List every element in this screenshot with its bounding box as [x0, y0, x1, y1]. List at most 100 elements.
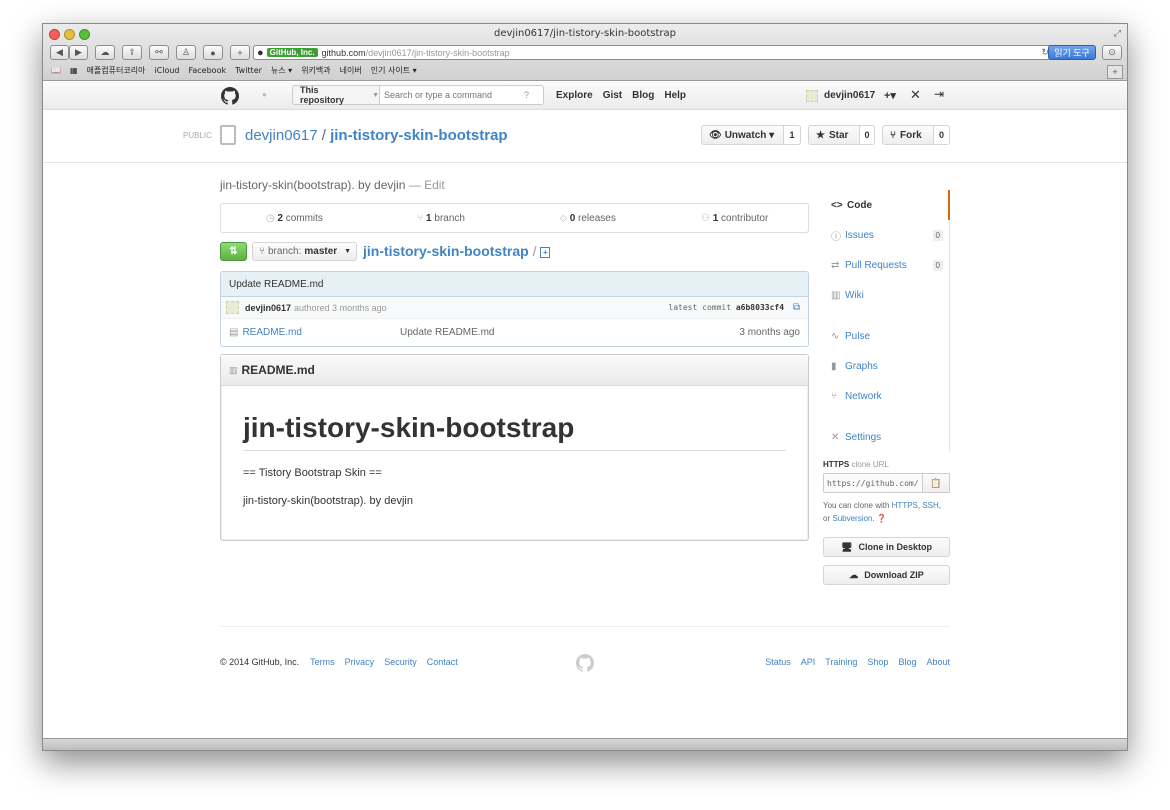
readme-body: jin-tistory-skin-bootstrap == Tistory Bo… — [221, 386, 808, 507]
footer-link-training[interactable]: Training — [825, 657, 857, 667]
top-sites-icon[interactable]: ▦ — [70, 66, 78, 75]
clone-help: You can clone with HTTPS, SSH, or Subver… — [823, 501, 942, 523]
stars-count[interactable]: 0 — [860, 125, 875, 145]
commit-author[interactable]: devjin0617 — [245, 303, 291, 313]
repo-owner-link[interactable]: devjin0617 — [245, 127, 318, 144]
record-button[interactable]: ● — [203, 45, 223, 60]
footer-link-privacy[interactable]: Privacy — [345, 657, 375, 667]
sidebar-item-network[interactable]: ⑂ Network — [823, 381, 949, 411]
copy-clipboard-button[interactable]: 📋 — [923, 473, 950, 493]
question-icon[interactable]: ❓ — [877, 514, 887, 523]
clone-in-desktop-button[interactable]: 🖥 Clone in Desktop — [823, 537, 950, 557]
downloads-button[interactable]: ⊙ — [1102, 45, 1122, 60]
stat-commits[interactable]: ◷ 2 commits — [221, 213, 368, 224]
new-tab-button[interactable]: + — [230, 45, 250, 60]
repo-name-link[interactable]: jin-tistory-skin-bootstrap — [330, 127, 508, 144]
sidebar-item-pulse[interactable]: ∿ Pulse — [823, 321, 949, 351]
search-input-wrap[interactable]: ? — [379, 85, 544, 105]
search-input[interactable] — [384, 90, 524, 100]
sidebar-item-wiki[interactable]: ▥ Wiki — [823, 280, 949, 310]
commit-sha[interactable]: latest commit a6b8033cf4 ⧉ — [668, 302, 800, 313]
file-row: ▤ README.md Update README.md 3 months ag… — [221, 319, 808, 345]
stat-contributors[interactable]: ⚇ 1 contributor — [661, 213, 808, 224]
graph-icon: ▮ — [831, 360, 837, 372]
bookmark-item[interactable]: 뉴스 ▾ — [271, 65, 292, 76]
reading-list-icon[interactable]: 📖 — [51, 66, 61, 75]
ev-certificate-badge[interactable]: GitHub, Inc. — [266, 48, 318, 57]
stat-branches[interactable]: ⑂ 1 branch — [368, 213, 515, 224]
file-commit-message[interactable]: Update README.md — [400, 327, 494, 338]
nav-explore[interactable]: Explore — [556, 90, 593, 101]
bookmark-item[interactable]: Twitter — [235, 66, 262, 75]
stat-releases[interactable]: ⬦ 0 releases — [515, 213, 662, 224]
forks-count[interactable]: 0 — [934, 125, 950, 145]
bookmark-item[interactable]: Facebook — [189, 66, 227, 75]
clone-subversion-link[interactable]: Subversion — [832, 514, 872, 523]
back-button[interactable]: ◀ — [50, 45, 69, 60]
nav-help[interactable]: Help — [664, 90, 686, 101]
notifications-dot-icon[interactable]: ● — [262, 90, 267, 99]
avatar[interactable] — [806, 90, 818, 102]
unwatch-button[interactable]: 👁 Unwatch ▾ — [701, 125, 784, 145]
footer-link-terms[interactable]: Terms — [310, 657, 335, 667]
tag-icon: ⬦ — [559, 212, 567, 224]
create-new-button[interactable]: +▾ — [884, 89, 896, 102]
bookmark-item[interactable]: 인기 사이트 ▾ — [371, 65, 417, 76]
nav-blog[interactable]: Blog — [632, 90, 654, 101]
forward-button[interactable]: ▶ — [69, 45, 88, 60]
footer-link-shop[interactable]: Shop — [867, 657, 888, 667]
github-logo-icon[interactable] — [221, 87, 239, 105]
clipboard-icon: 📋 — [930, 477, 942, 488]
clone-url-input[interactable] — [823, 473, 923, 493]
file-age: 3 months ago — [739, 326, 800, 338]
settings-tools-icon[interactable]: ✕ — [910, 87, 921, 103]
github-mark-icon[interactable] — [576, 654, 594, 672]
sidebar-item-settings[interactable]: ✕ Settings — [823, 422, 949, 452]
add-tab-button[interactable]: + — [1107, 65, 1123, 79]
download-zip-button[interactable]: ☁ Download ZIP — [823, 565, 950, 585]
address-bar[interactable]: ● GitHub, Inc. github.com/devjin0617/jin… — [253, 45, 1056, 60]
reader-button[interactable]: 읽기 도구 — [1048, 45, 1096, 60]
extension-button[interactable]: ♙ — [176, 45, 196, 60]
breadcrumb-repo-link[interactable]: jin-tistory-skin-bootstrap — [363, 243, 529, 259]
bookmark-item[interactable]: 네이버 — [340, 65, 362, 76]
sidebar-item-code[interactable]: <> Code — [823, 190, 950, 220]
share-button[interactable]: ⇪ — [122, 45, 142, 60]
sidebar-item-issues[interactable]: ⓘ Issues 0 — [823, 220, 949, 250]
nav-gist[interactable]: Gist — [603, 90, 622, 101]
footer-link-blog[interactable]: Blog — [898, 657, 916, 667]
fork-button[interactable]: ⑂ Fork — [882, 125, 934, 145]
commit-message[interactable]: Update README.md — [221, 272, 808, 297]
repo-stats: ◷ 2 commits ⑂ 1 branch ⬦ 0 releases ⚇ 1 … — [220, 203, 809, 233]
branch-selector[interactable]: ⑂ branch: master ▼ — [252, 242, 357, 261]
clone-https-link[interactable]: HTTPS — [892, 501, 918, 510]
new-file-icon[interactable]: + — [540, 246, 551, 258]
sitemap-button[interactable]: ⚯ — [149, 45, 169, 60]
book-icon: ▥ — [831, 289, 841, 301]
bookmark-item[interactable]: 애플컴퓨터코리아 — [87, 65, 146, 76]
footer-link-security[interactable]: Security — [384, 657, 417, 667]
footer-link-api[interactable]: API — [801, 657, 816, 667]
footer-link-contact[interactable]: Contact — [427, 657, 458, 667]
footer-link-about[interactable]: About — [926, 657, 950, 667]
browse-code-icon[interactable]: ⧉ — [793, 302, 800, 313]
edit-description-link[interactable]: — Edit — [409, 178, 445, 192]
commit-meta: devjin0617 authored 3 months ago latest … — [221, 297, 808, 319]
watchers-count[interactable]: 1 — [784, 125, 801, 145]
bookmark-item[interactable]: iCloud — [154, 66, 179, 75]
search-scope[interactable]: This repository ▼ — [292, 85, 380, 105]
sign-out-icon[interactable]: ⇥ — [934, 87, 944, 101]
footer-link-status[interactable]: Status — [765, 657, 791, 667]
sidebar-item-pull-requests[interactable]: ⇄ Pull Requests 0 — [823, 250, 949, 280]
help-circle-icon[interactable]: ? — [524, 90, 529, 100]
clone-ssh-link[interactable]: SSH — [922, 501, 938, 510]
bookmark-item[interactable]: 위키백과 — [301, 65, 330, 76]
commit-author-avatar[interactable] — [226, 301, 239, 314]
compare-button[interactable]: ⇅ — [220, 242, 247, 261]
fullscreen-icon[interactable]: ⤢ — [1114, 28, 1121, 39]
file-name-link[interactable]: README.md — [242, 327, 301, 338]
star-button[interactable]: ★ Star — [808, 125, 860, 145]
header-username[interactable]: devjin0617 — [824, 90, 875, 101]
icloud-tabs-button[interactable]: ☁ — [95, 45, 115, 60]
sidebar-item-graphs[interactable]: ▮ Graphs — [823, 351, 949, 381]
